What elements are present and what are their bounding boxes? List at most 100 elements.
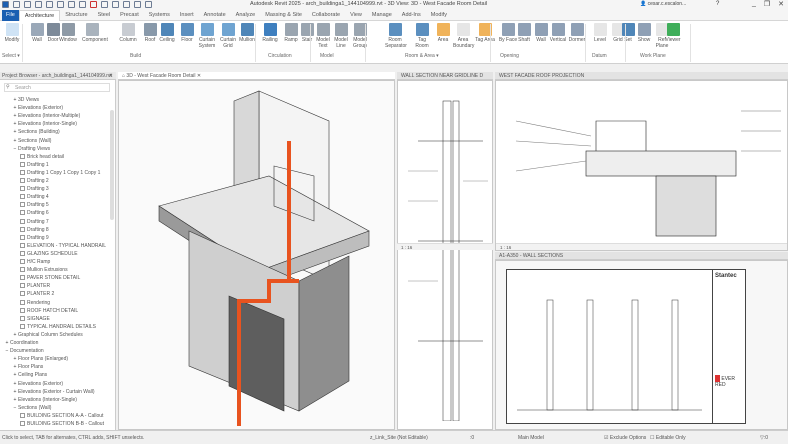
ribbon-tab-precast[interactable]: Precast [115, 10, 144, 21]
3d-view-icon[interactable] [134, 1, 141, 8]
user-account[interactable]: 👤 cesar.c.escalon... [640, 1, 686, 7]
browser-item[interactable]: Drafting 1 Copy 1 Copy 1 Copy 1 [20, 169, 100, 177]
3d-viewport[interactable] [118, 80, 395, 430]
ribbon-tab-collaborate[interactable]: Collaborate [307, 10, 345, 21]
tab-sheet-a1-a350[interactable]: A1-A350 - WALL SECTIONS [495, 252, 788, 260]
browser-item[interactable]: Drafting 8 [20, 226, 49, 234]
browser-item[interactable]: Drafting 3 [20, 185, 49, 193]
browser-item[interactable]: Drafting 7 [20, 218, 49, 226]
workset-selector[interactable]: z_Link_Site (Not Editable) [370, 435, 428, 441]
browser-item[interactable]: + Ceiling Plans [12, 371, 48, 379]
tool-column-button[interactable]: Column [118, 23, 138, 44]
close-browser-button[interactable]: ✕ [109, 72, 113, 80]
browser-item[interactable]: + Graphical Column Schedules [12, 331, 83, 339]
browser-item[interactable]: PLANTER 2 [20, 290, 54, 298]
panel-label[interactable]: Room & Area ▾ [405, 53, 439, 59]
pdf-icon[interactable] [90, 1, 97, 8]
revit-logo-icon[interactable] [2, 1, 9, 8]
sync-icon[interactable] [46, 1, 53, 8]
browser-item[interactable]: − Drafting Views [12, 145, 51, 153]
tool-tag-area-button[interactable]: Tag Area [475, 23, 495, 44]
minimize-button[interactable]: _ [752, 0, 756, 8]
browser-item[interactable]: Mullion Extrusions [20, 266, 68, 274]
tool-curtain-system-button[interactable]: Curtain System [197, 23, 217, 49]
browser-item[interactable]: + Elevations (Exterior - Curtain Wall) [12, 388, 95, 396]
ribbon-tab-steel[interactable]: Steel [93, 10, 116, 21]
ribbon-tab-insert[interactable]: Insert [175, 10, 199, 21]
ribbon-tab-structure[interactable]: Structure [60, 10, 92, 21]
print-icon[interactable] [79, 1, 86, 8]
close-button[interactable]: ✕ [778, 0, 784, 8]
filter-count[interactable]: ▽:0 [760, 435, 768, 441]
ribbon-tab-view[interactable]: View [345, 10, 367, 21]
ribbon-tab-modify[interactable]: Modify [426, 10, 452, 21]
tool-vertical-button[interactable]: Vertical [548, 23, 568, 44]
wall-view-control-bar[interactable]: 1 : 16 [397, 243, 493, 250]
tool-area-boundary-button[interactable]: Area Boundary [453, 23, 474, 49]
tool-modify-button[interactable]: Modify [2, 23, 22, 44]
tool-model-line-button[interactable]: Model Line [331, 23, 351, 49]
browser-item[interactable]: + Floor Plans (Enlarged) [12, 355, 69, 363]
maximize-button[interactable]: ❐ [764, 0, 770, 8]
ribbon-tab-file[interactable]: File [2, 9, 19, 21]
tab-3d-view[interactable]: ⌂ 3D - West Facade Room Detail ✕ [118, 72, 395, 80]
browser-item[interactable]: BUILDING SECTION A-A - Callout [20, 412, 103, 420]
tool-dormer-button[interactable]: Dormer [567, 23, 587, 44]
undo-icon[interactable] [57, 1, 64, 8]
browser-item[interactable]: Drafting 5 [20, 201, 49, 209]
browser-item[interactable]: ROOF HATCH DETAIL [20, 307, 78, 315]
exclude-options-checkbox[interactable]: ☑ Exclude Options [604, 435, 646, 441]
browser-item[interactable]: + Sections (Building) [12, 128, 60, 136]
wall-section-viewport[interactable] [397, 80, 493, 430]
browser-search-input[interactable]: Search [4, 83, 110, 92]
browser-item[interactable]: Rendering [20, 299, 50, 307]
tool-component-button[interactable]: Component [82, 23, 108, 44]
browser-item[interactable]: Brick head detail [20, 153, 64, 161]
help-button[interactable]: ? [716, 1, 719, 7]
ribbon-tab-manage[interactable]: Manage [367, 10, 397, 21]
home-icon[interactable] [13, 1, 20, 8]
tool-mullion-button[interactable]: Mullion [237, 23, 257, 44]
browser-item[interactable]: Drafting 2 [20, 177, 49, 185]
tool-window-button[interactable]: Window [58, 23, 78, 44]
browser-item[interactable]: TYPICAL HANDRAIL DETAILS [20, 323, 96, 331]
browser-item[interactable]: BUILDING SECTION B-B - Callout [20, 420, 104, 428]
dimension-icon[interactable] [112, 1, 119, 8]
browser-scrollbar[interactable] [110, 110, 114, 220]
tool-railing-button[interactable]: Railing [260, 23, 280, 44]
browser-item[interactable]: H/C Ramp [20, 258, 50, 266]
browser-item[interactable]: + Elevations (Interior-Single) [12, 396, 77, 404]
measure-icon[interactable] [101, 1, 108, 8]
ribbon-tab-systems[interactable]: Systems [144, 10, 175, 21]
browser-item[interactable]: PLANTER [20, 282, 50, 290]
ribbon-tab-architecture[interactable]: Architecture [18, 9, 61, 21]
tool-viewer-button[interactable]: Viewer [663, 23, 683, 44]
view-control-bar[interactable]: 1 : 16 [496, 243, 787, 250]
browser-item[interactable]: Drafting 4 [20, 193, 49, 201]
panel-label[interactable]: Select ▾ [2, 53, 20, 59]
tool-room-separator-button[interactable]: Room Separator [385, 23, 407, 49]
browser-item[interactable]: Drafting 1 [20, 161, 49, 169]
tool-model-group-button[interactable]: Model Group [350, 23, 370, 49]
ribbon-tab-analyze[interactable]: Analyze [231, 10, 261, 21]
ribbon-tab-annotate[interactable]: Annotate [199, 10, 231, 21]
browser-item[interactable]: + Elevations (Interior-Multiple) [12, 112, 81, 120]
ribbon-tab-add-ins[interactable]: Add-Ins [397, 10, 426, 21]
roof-projection-viewport[interactable]: 1 : 16 [495, 80, 788, 251]
tool-floor-button[interactable]: Floor [177, 23, 197, 44]
editable-only-checkbox[interactable]: ☐ Editable Only [650, 435, 686, 441]
tool-curtain-grid-button[interactable]: Curtain Grid [218, 23, 238, 49]
browser-item[interactable]: ELEVATION - TYPICAL HANDRAIL [20, 242, 106, 250]
close-tab-icon[interactable]: ✕ [197, 73, 201, 79]
tool-ceiling-button[interactable]: Ceiling [157, 23, 177, 44]
browser-item[interactable]: Drafting 6 [20, 209, 49, 217]
design-option-selector[interactable]: Main Model [518, 435, 544, 441]
tool-level-button[interactable]: Level [590, 23, 610, 44]
section-icon[interactable] [145, 1, 152, 8]
browser-item[interactable]: + Floor Plans [12, 363, 44, 371]
browser-item[interactable]: +3D Views [12, 96, 40, 104]
save-icon[interactable] [35, 1, 42, 8]
browser-item[interactable]: + Sections (Wall) [12, 137, 52, 145]
tab-roof-projection[interactable]: WEST FACADE ROOF PROJECTION [495, 72, 788, 80]
browser-item[interactable]: PAVER STONE DETAIL [20, 274, 80, 282]
